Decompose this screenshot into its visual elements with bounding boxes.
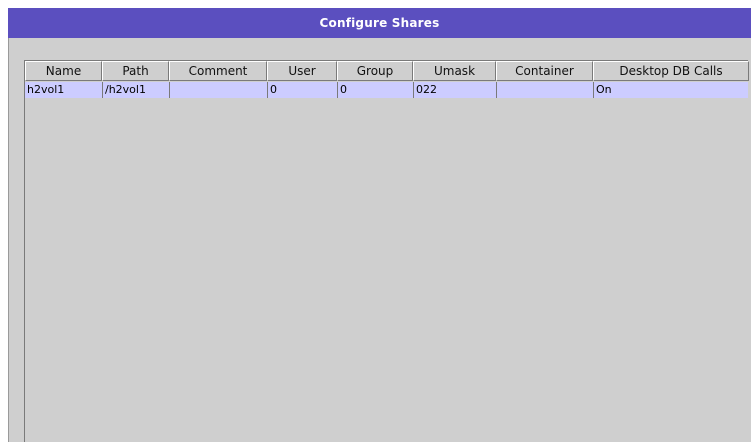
- column-header-group[interactable]: Group: [337, 61, 413, 81]
- column-header-user[interactable]: User: [267, 61, 337, 81]
- cell-name: h2vol1: [27, 83, 65, 96]
- cell-container: [496, 82, 593, 98]
- column-header-desktop-db-calls[interactable]: Desktop DB Calls: [593, 61, 749, 81]
- column-header-name[interactable]: Name: [25, 61, 102, 81]
- column-header-container[interactable]: Container: [496, 61, 593, 81]
- shares-table[interactable]: Name Path Comment User Group Umask Conta…: [24, 60, 749, 442]
- table-row[interactable]: h2vol1 /h2vol1 0 0 022 On: [25, 82, 748, 98]
- window-title: Configure Shares: [8, 8, 751, 38]
- cell-desktop-db-calls: On: [593, 82, 749, 98]
- shares-panel: Name Path Comment User Group Umask Conta…: [8, 38, 751, 442]
- cell-user: 0: [267, 82, 337, 98]
- configure-shares-window: Configure Shares Name Path Comment User …: [0, 0, 751, 442]
- column-header-comment[interactable]: Comment: [169, 61, 267, 81]
- cell-umask: 022: [413, 82, 496, 98]
- cell-path: /h2vol1: [102, 82, 169, 98]
- column-header-umask[interactable]: Umask: [413, 61, 496, 81]
- column-header-path[interactable]: Path: [102, 61, 169, 81]
- cell-comment: [169, 82, 267, 98]
- cell-group: 0: [337, 82, 413, 98]
- table-header: Name Path Comment User Group Umask Conta…: [25, 61, 749, 82]
